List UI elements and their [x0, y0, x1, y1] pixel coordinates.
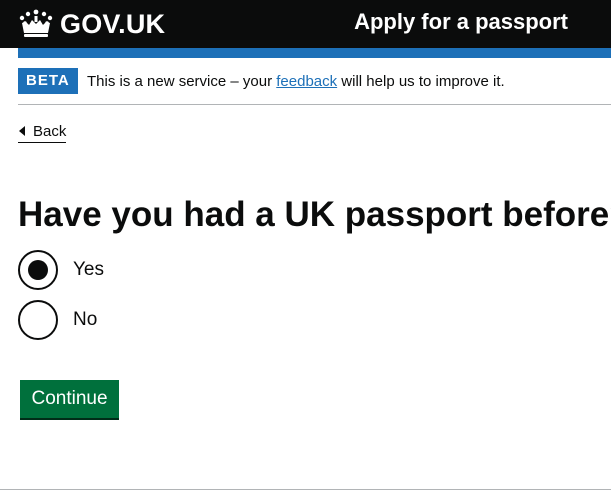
phase-tag: BETA	[18, 68, 78, 94]
service-name-link[interactable]: Apply for a passport	[354, 9, 568, 35]
phase-text-before: This is a new service – your	[87, 73, 277, 90]
feedback-link[interactable]: feedback	[276, 73, 337, 90]
radio-button-yes[interactable]	[18, 250, 58, 290]
page-title: Have you had a UK passport before?	[18, 195, 611, 234]
govuk-home-link[interactable]: GOV.UK	[18, 6, 165, 42]
footer-divider	[0, 489, 611, 490]
header-blue-bar	[18, 48, 611, 58]
back-link-label: Back	[33, 122, 67, 140]
radio-option-yes[interactable]: Yes	[18, 250, 104, 290]
site-header: GOV.UK Apply for a passport	[0, 0, 611, 48]
crown-icon	[19, 9, 53, 37]
radio-label-no[interactable]: No	[73, 309, 97, 331]
radio-label-yes[interactable]: Yes	[73, 259, 104, 281]
back-arrow-icon	[19, 126, 25, 136]
govuk-logo-text: GOV.UK	[60, 8, 166, 39]
radio-button-no[interactable]	[18, 300, 58, 340]
phase-banner-text: This is a new service – your feedback wi…	[87, 72, 505, 92]
phase-text-after: will help us to improve it.	[337, 73, 505, 90]
back-link[interactable]: Back	[18, 120, 67, 143]
continue-button[interactable]: Continue	[20, 380, 119, 418]
radio-option-no[interactable]: No	[18, 300, 97, 340]
phase-banner: BETA This is a new service – your feedba…	[18, 68, 611, 105]
radio-selected-dot	[28, 260, 48, 280]
